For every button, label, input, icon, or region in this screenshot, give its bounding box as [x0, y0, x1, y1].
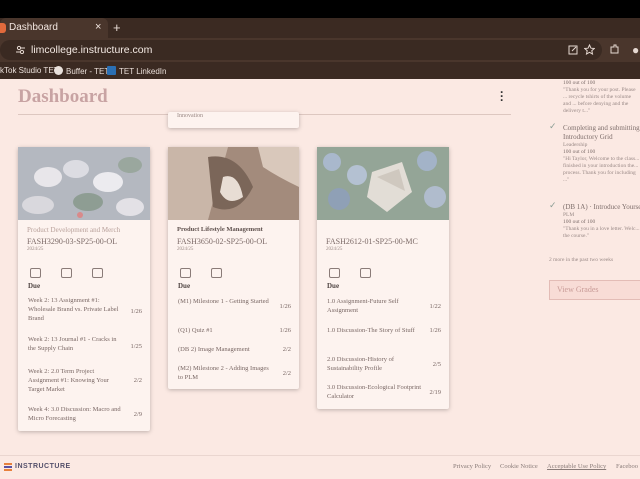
more-feedback-note: 2 more in the past two weeks — [549, 257, 614, 263]
course-subtitle: Product Development and Merch — [27, 226, 121, 234]
todo-title: (Q1) Quiz #1 — [178, 327, 213, 334]
page-title: Dashboard — [18, 86, 108, 107]
course-card-image-fabric[interactable] — [168, 147, 299, 220]
buffer-icon — [54, 66, 63, 75]
todo-date: 2/5 — [432, 361, 441, 368]
course-card-top-partial: Innovation — [168, 112, 299, 128]
assignments-icon[interactable] — [92, 268, 103, 278]
todo-date: 1/26 — [279, 303, 291, 310]
view-grades-label: View Grades — [557, 285, 599, 294]
feedback-title[interactable]: (DB 1A) · Introduce Yourself — [563, 203, 640, 212]
tab-close-icon[interactable]: × — [95, 21, 101, 33]
announcements-icon[interactable] — [30, 268, 41, 278]
footer-link-acceptable-use[interactable]: Acceptable Use Policy — [547, 463, 606, 470]
extensions-icon[interactable] — [609, 44, 620, 55]
due-heading: Due — [327, 282, 340, 290]
os-top-bar — [0, 0, 640, 18]
course-code[interactable]: FASH2612-01-SP25-00-MC — [326, 237, 418, 246]
todo-date: 2/2 — [282, 370, 291, 377]
checkmark-icon: ✓ — [549, 121, 557, 131]
footer-divider — [0, 455, 640, 456]
feedback-item-top[interactable]: 100 out of 100 "Thank you for your post.… — [563, 80, 640, 115]
course-card-3[interactable]: FASH2612-01-SP25-00-MC 2024/25 Due 1.0 A… — [317, 147, 449, 409]
course-term: 2024/25 — [27, 247, 44, 252]
course-subtitle: Product Lifestyle Management — [177, 226, 263, 233]
todo-date: 1/22 — [429, 303, 441, 310]
instructure-brand[interactable]: INSTRUCTURE — [15, 463, 71, 470]
todo-title: Week 4: 3.0 Discussion: Macro and Micro … — [28, 406, 121, 422]
dashboard-options-icon[interactable]: · · · — [499, 86, 505, 106]
announcements-icon[interactable] — [329, 268, 340, 278]
tab-title: Dashboard — [9, 22, 58, 33]
todo-title: Week 2: 13 Assignment #1: Wholesale Bran… — [28, 297, 119, 322]
course-card-image-tulips[interactable] — [18, 147, 150, 220]
instructure-logo-icon — [4, 463, 12, 471]
todo-title: 1.0 Assignment-Future Self Assignment — [327, 298, 399, 314]
feedback-course: Leadership — [563, 142, 588, 148]
todo-title: Week 2: 2.0 Term Project Assignment #1: … — [28, 368, 109, 393]
feedback-course: PLM — [563, 212, 575, 218]
discussions-icon[interactable] — [61, 268, 72, 278]
new-tab-button[interactable]: + — [113, 20, 121, 35]
course-term: 2024/25 — [326, 247, 343, 252]
feedback-title[interactable]: Completing and submitting Introductory G… — [563, 124, 640, 142]
open-in-app-icon[interactable] — [568, 45, 578, 55]
bookmark-linkedin[interactable]: TET LinkedIn — [107, 66, 166, 76]
footer-link-privacy[interactable]: Privacy Policy — [453, 463, 491, 470]
checkmark-icon: ✓ — [549, 200, 557, 210]
discussions-icon[interactable] — [360, 268, 371, 278]
todo-title: 1.0 Discussion-The Story of Stuff — [327, 327, 415, 334]
footer-link-facebook[interactable]: Faceboo — [616, 463, 638, 470]
todo-date: 1/25 — [130, 343, 142, 350]
feedback-score: 100 out of 100 — [563, 219, 596, 225]
todo-title: 3.0 Discussion-Ecological Footprint Calc… — [327, 384, 422, 400]
todo-date: 2/19 — [429, 389, 441, 396]
course-term: 2024/25 — [177, 247, 194, 252]
card-snippet: Innovation — [177, 113, 203, 119]
tab-dashboard[interactable]: Dashboard × — [0, 18, 108, 38]
course-code[interactable]: FASH3290-03-SP25-00-OL — [27, 237, 117, 246]
announcements-icon[interactable] — [180, 268, 191, 278]
bookmarks-bar: kTok Studio TET Buffer - TET TET LinkedI… — [0, 62, 640, 79]
view-grades-button[interactable]: View Grades — [549, 280, 640, 300]
course-card-image-flowers[interactable] — [317, 147, 449, 220]
site-info-icon[interactable] — [16, 45, 25, 54]
todo-title: (M2) Milestone 2 - Adding Images to PLM — [178, 365, 269, 381]
canvas-favicon-icon — [0, 23, 6, 33]
feedback-comment: "Hi Taylor, Welcome to the class... fini… — [563, 156, 640, 183]
todo-title: (DB 2) Image Management — [178, 346, 250, 353]
todo-title: (M1) Milestone 1 - Getting Started — [178, 298, 269, 305]
todo-date: 2/9 — [133, 411, 142, 418]
feedback-score: 100 out of 100 — [563, 149, 596, 155]
footer-link-cookie[interactable]: Cookie Notice — [500, 463, 538, 470]
card-action-icons — [30, 265, 123, 283]
todo-date: 1/26 — [279, 327, 291, 334]
card-action-icons — [329, 265, 391, 283]
todo-title: 2.0 Discussion-History of Sustainability… — [327, 356, 394, 372]
course-code[interactable]: FASH3650-02-SP25-00-OL — [177, 237, 267, 246]
feedback-item[interactable]: Completing and submitting Introductory G… — [563, 124, 640, 184]
bookmark-star-icon[interactable] — [584, 44, 595, 55]
todo-title: Week 2: 13 Journal #1 - Cracks in the Su… — [28, 336, 117, 352]
todo-date: 2/2 — [133, 377, 142, 384]
todo-date: 1/26 — [429, 327, 441, 334]
course-card-2[interactable]: Product Lifestyle Management FASH3650-02… — [168, 147, 299, 389]
profile-avatar[interactable]: ● — [632, 43, 639, 57]
url-text[interactable]: limcollege.instructure.com — [31, 44, 152, 56]
feedback-comment: "Thank you for your post. Please ... rec… — [563, 87, 636, 114]
due-heading: Due — [28, 282, 41, 290]
todo-date: 2/2 — [282, 346, 291, 353]
feedback-score: 100 out of 100 — [563, 80, 596, 86]
feedback-item[interactable]: (DB 1A) · Introduce Yourself PLM 100 out… — [563, 203, 640, 240]
feedback-comment: "Thank you in a love letter. Welc... the… — [563, 226, 640, 239]
due-heading: Due — [178, 282, 191, 290]
discussions-icon[interactable] — [211, 268, 222, 278]
linkedin-icon — [107, 66, 116, 75]
bookmark-tiktok[interactable]: kTok Studio TET — [0, 66, 59, 75]
todo-date: 1/26 — [130, 308, 142, 315]
card-action-icons — [180, 265, 242, 283]
course-card-1[interactable]: Product Development and Merch FASH3290-0… — [18, 147, 150, 431]
bookmark-buffer[interactable]: Buffer - TET — [54, 66, 109, 76]
